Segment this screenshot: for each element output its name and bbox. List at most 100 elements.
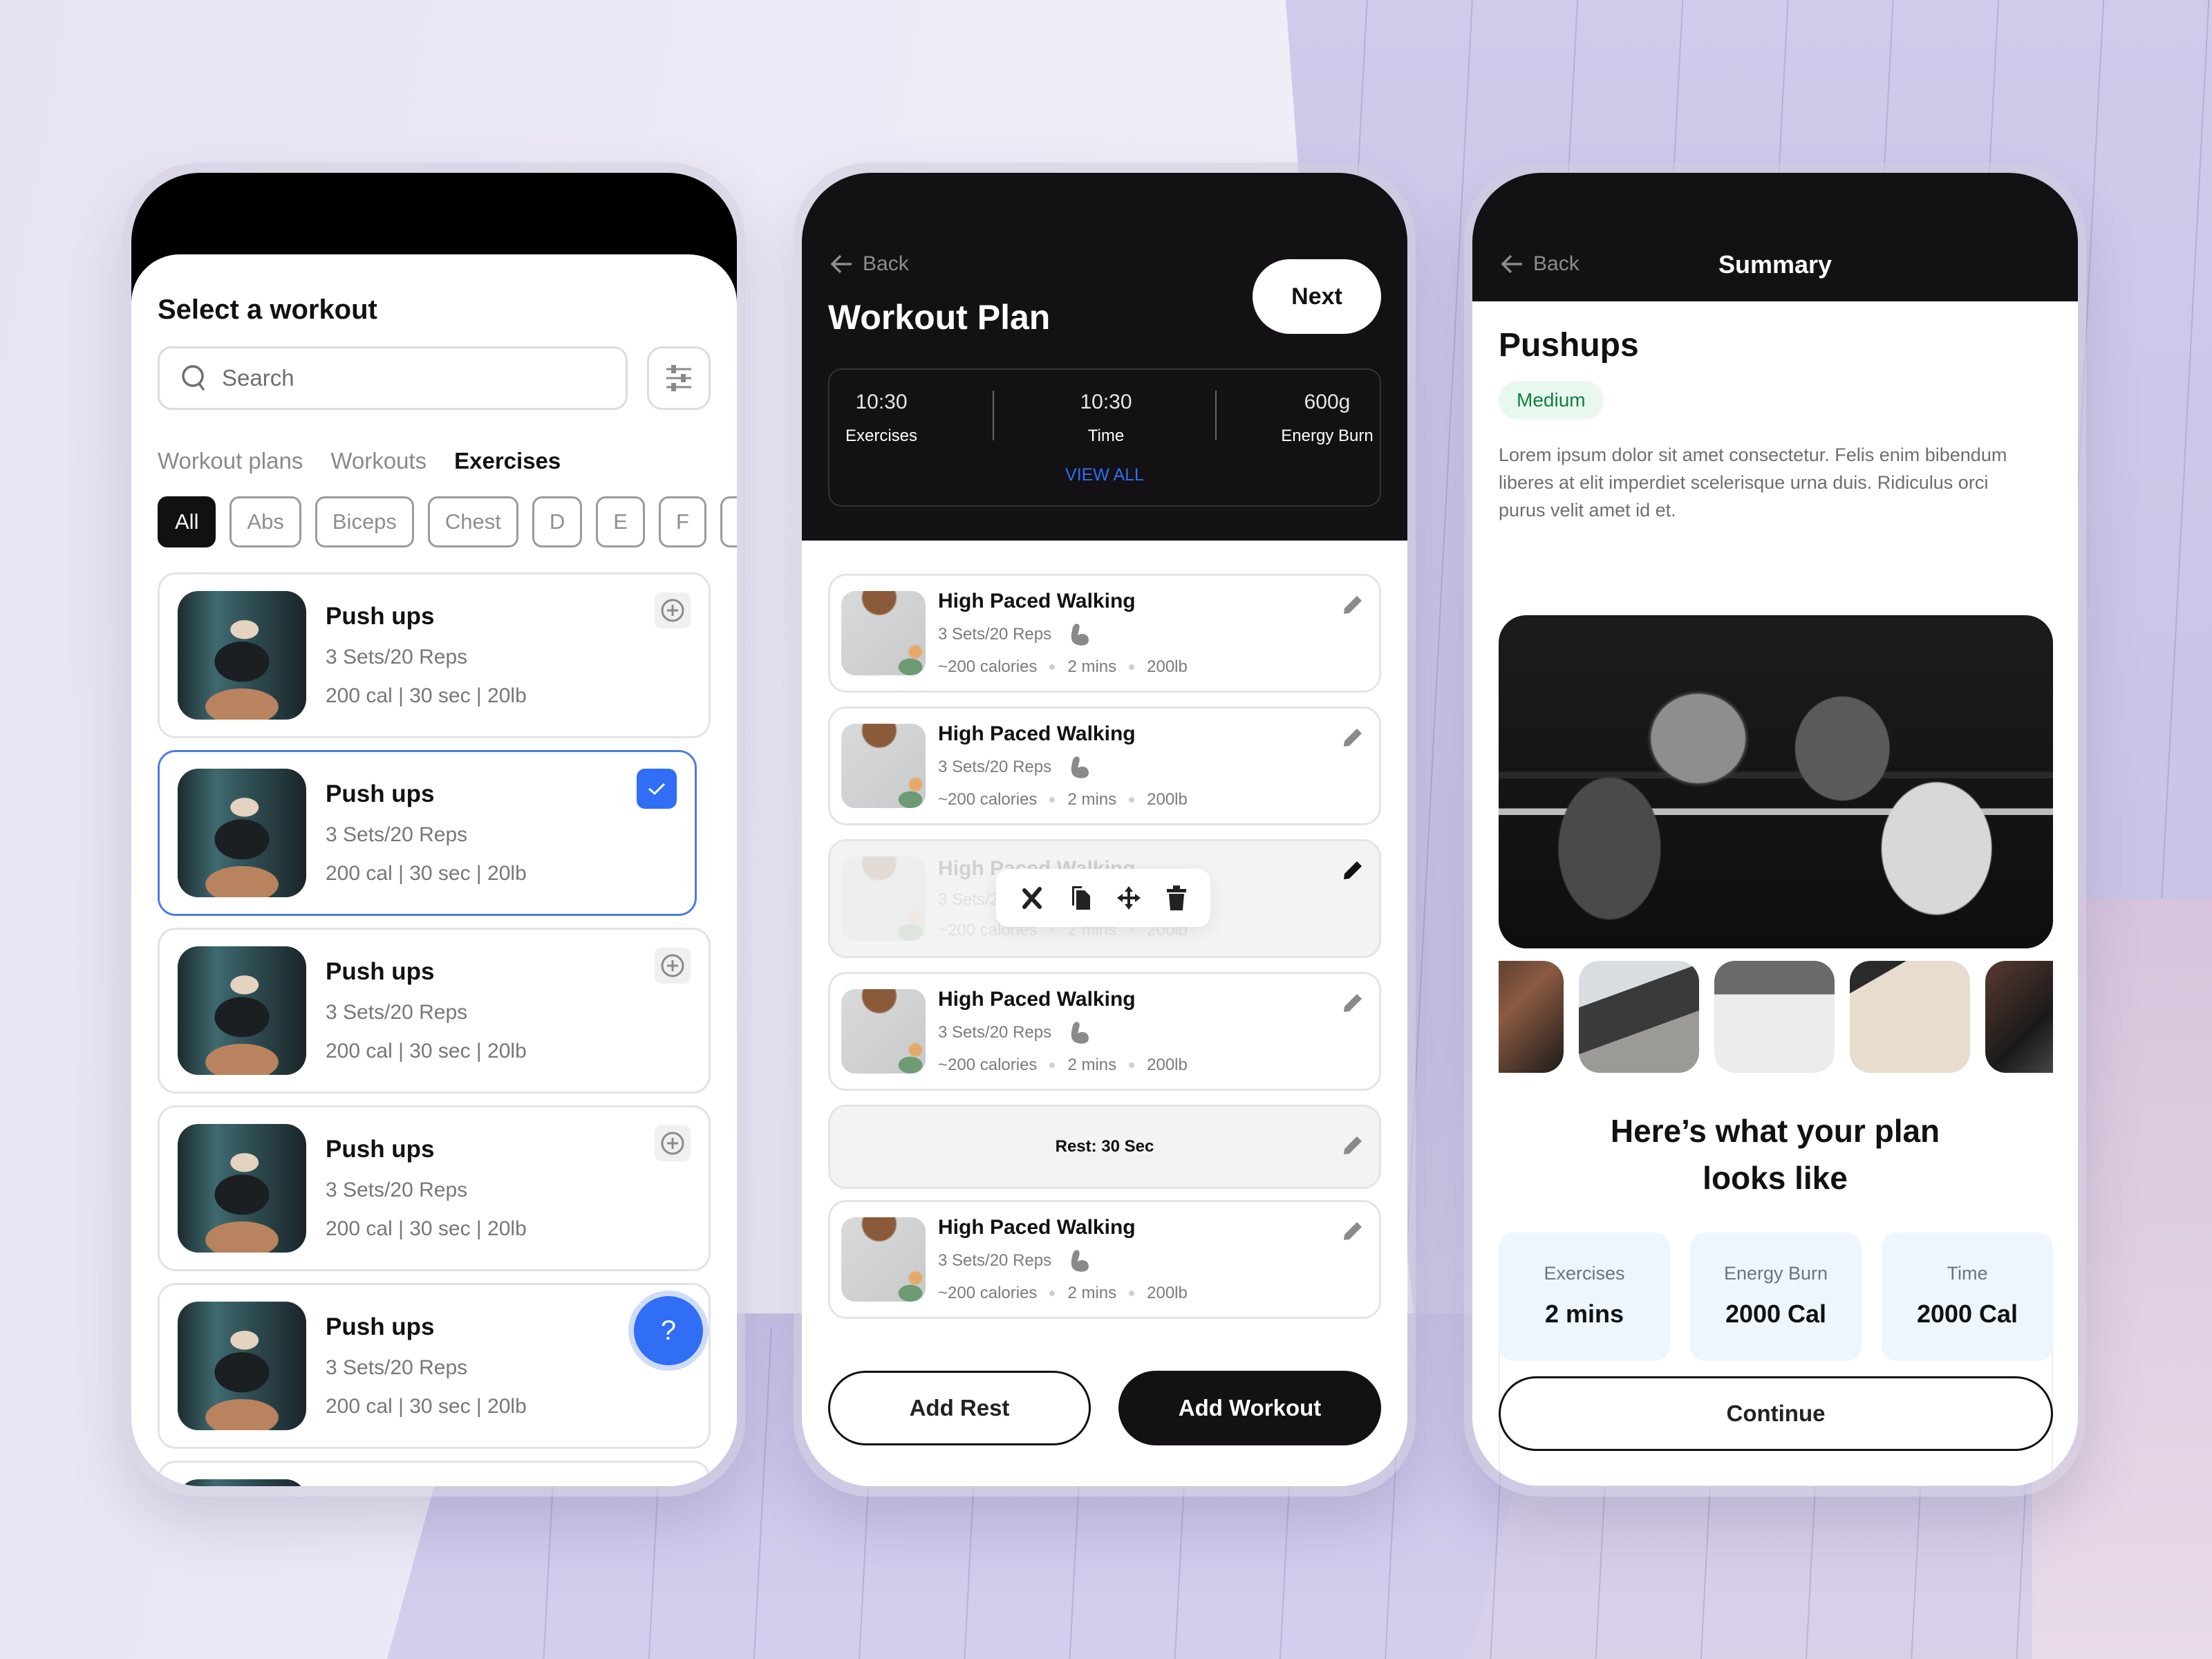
chip-chest[interactable]: Chest — [427, 496, 518, 547]
separator-dot — [1049, 928, 1056, 933]
bottom-sheet: Select a workout Search Workout plans Wo… — [131, 254, 737, 1486]
add-workout-button[interactable]: Add Workout — [1118, 1371, 1381, 1445]
image-carousel[interactable] — [1499, 961, 2053, 1073]
exercise-description: Lorem ipsum dolor sit amet consectetur. … — [1499, 444, 2007, 521]
plan-items: High Paced Walking 3 Sets/20 Reps ~200 c… — [828, 574, 1381, 1333]
rest-card[interactable]: Rest: 30 Sec — [828, 1105, 1381, 1189]
chip-g[interactable]: G — [720, 496, 737, 547]
exercise-title: Pushups — [1499, 327, 1639, 364]
stat-exercises: 10:30 Exercises — [802, 391, 961, 446]
add-exercise-button[interactable] — [655, 1125, 691, 1161]
exercise-name: High Paced Walking — [938, 988, 1136, 1011]
plan-exercise-card[interactable]: High Paced Walking 3 Sets/20 Reps ~200 c… — [828, 1200, 1381, 1319]
exercise-thumbnail — [841, 591, 926, 675]
pencil-icon[interactable] — [1342, 1134, 1364, 1156]
exercise-sets: 3 Sets/20 Reps — [326, 1001, 468, 1024]
carousel-thumbnail[interactable] — [1714, 961, 1835, 1073]
back-button[interactable]: Back — [830, 252, 909, 276]
exercise-card[interactable]: Push ups 3 Sets/20 Reps 200 cal | 30 sec… — [158, 1283, 711, 1449]
stat-value: 600g — [1304, 391, 1351, 413]
plus-circle-icon — [660, 953, 685, 978]
exercise-card[interactable]: Push ups 3 Sets/20 Reps 200 cal | 30 sec… — [158, 572, 711, 738]
exercise-list: Push ups 3 Sets/20 Reps 200 cal | 30 sec… — [158, 572, 711, 1486]
filter-button[interactable] — [647, 346, 711, 410]
pencil-icon[interactable] — [1342, 727, 1364, 749]
category-tabs: Workout plans Workouts Exercises — [158, 448, 561, 474]
exercise-sets: 3 Sets/20 Reps — [326, 1356, 468, 1379]
duplicate-icon[interactable] — [1069, 885, 1093, 911]
summary-card-exercises: Exercises 2 mins — [1499, 1232, 1670, 1361]
weight: 200lb — [1147, 790, 1188, 809]
plan-exercise-card[interactable]: High Paced Walking 3 Sets/20 Reps ~200 c… — [828, 574, 1381, 693]
plan-exercise-card[interactable]: High Paced Walking 3 Sets/20 Reps ~200 c… — [828, 706, 1381, 825]
separator-dot — [1129, 928, 1135, 933]
chip-f[interactable]: F — [658, 496, 706, 547]
duration: 2 mins — [1067, 657, 1117, 676]
pencil-icon[interactable] — [1342, 992, 1364, 1014]
filter-chips: All Abs Biceps Chest D E F G — [158, 496, 737, 547]
add-exercise-button[interactable] — [655, 592, 691, 628]
calories: ~200 calories — [938, 1056, 1038, 1074]
sliders-icon — [665, 365, 693, 391]
exercise-thumbnail — [178, 1124, 306, 1253]
carousel-thumbnail[interactable] — [1499, 961, 1564, 1073]
duration: 2 mins — [1067, 790, 1117, 809]
select-workout-screen: Select a workout Search Workout plans Wo… — [131, 173, 737, 1486]
add-exercise-button[interactable] — [655, 948, 691, 984]
separator-dot — [1129, 797, 1135, 803]
tab-exercises[interactable]: Exercises — [454, 448, 561, 474]
calories: ~200 calories — [938, 790, 1038, 809]
page-title: Summary — [1718, 250, 1833, 279]
summary-value: 2000 Cal — [1916, 1300, 2018, 1328]
summary-card-energy: Energy Burn 2000 Cal — [1690, 1232, 1862, 1361]
continue-button[interactable]: Continue — [1499, 1376, 2053, 1451]
selected-checkbox[interactable] — [637, 769, 677, 809]
stat-label: Time — [1087, 427, 1125, 445]
chip-all[interactable]: All — [158, 496, 216, 547]
exercise-name: Push ups — [326, 780, 435, 807]
hero-image — [1499, 615, 2053, 948]
move-icon[interactable] — [1116, 885, 1141, 910]
chip-e[interactable]: E — [596, 496, 645, 547]
chip-abs[interactable]: Abs — [229, 496, 301, 547]
exercise-meta: 200 cal | 30 sec | 20lb — [326, 1395, 527, 1418]
tab-workout-plans[interactable]: Workout plans — [158, 448, 303, 474]
carousel-thumbnail[interactable] — [1850, 961, 1970, 1073]
view-all-link[interactable]: VIEW ALL — [830, 465, 1380, 485]
trash-icon[interactable] — [1165, 885, 1188, 911]
exercise-sets: 3 Sets/20 Reps — [326, 646, 468, 668]
chip-d[interactable]: D — [532, 496, 583, 547]
back-label: Back — [863, 252, 909, 275]
tab-workouts[interactable]: Workouts — [330, 448, 427, 474]
pencil-icon[interactable] — [1342, 859, 1364, 881]
exercise-sets: 3 Sets/20 Reps — [326, 1179, 468, 1201]
exercise-meta: 200 cal | 30 sec | 20lb — [326, 1217, 527, 1240]
carousel-thumbnail[interactable] — [1579, 961, 1699, 1073]
pencil-icon[interactable] — [1342, 1220, 1364, 1242]
stat-label: Exercises — [845, 427, 918, 445]
exercise-card[interactable]: Push ups 3 Sets/20 Reps 200 cal | 30 sec… — [158, 1105, 711, 1271]
separator-dot — [1049, 1062, 1056, 1068]
header: Back Summary — [1472, 173, 2078, 301]
add-rest-button[interactable]: Add Rest — [828, 1371, 1091, 1445]
stat-value: 10:30 — [1080, 391, 1132, 413]
chip-biceps[interactable]: Biceps — [315, 496, 414, 547]
tools-icon[interactable] — [1019, 885, 1045, 911]
search-input[interactable]: Search — [158, 346, 628, 410]
flexed-bicep-icon — [1069, 1021, 1090, 1044]
exercise-thumbnail — [178, 769, 306, 897]
page-title: Workout Plan — [828, 298, 1051, 337]
next-button[interactable]: Next — [1253, 259, 1381, 334]
summary-card-time: Time 2000 Cal — [1882, 1232, 2053, 1361]
help-button[interactable]: ? — [634, 1296, 703, 1365]
workout-plan-screen: Back Workout Plan Next 10:30 Exercises 1… — [802, 173, 1407, 1486]
plan-exercise-card-editing[interactable]: High Paced Walking 3 Sets/20 Reps ~200 c… — [828, 839, 1381, 958]
exercise-card[interactable]: Push ups 3 Sets/20 Reps 200 cal | 30 sec… — [158, 750, 697, 916]
plan-exercise-card[interactable]: High Paced Walking 3 Sets/20 Reps ~200 c… — [828, 972, 1381, 1091]
exercise-card[interactable]: Push ups 3 Sets/20 Reps 200 cal | 30 sec… — [158, 928, 711, 1094]
exercise-card[interactable] — [158, 1461, 711, 1486]
carousel-thumbnail[interactable] — [1985, 961, 2053, 1073]
question-mark-icon: ? — [660, 1315, 677, 1346]
pencil-icon[interactable] — [1342, 594, 1364, 616]
header: Back Workout Plan Next 10:30 Exercises 1… — [802, 173, 1407, 541]
